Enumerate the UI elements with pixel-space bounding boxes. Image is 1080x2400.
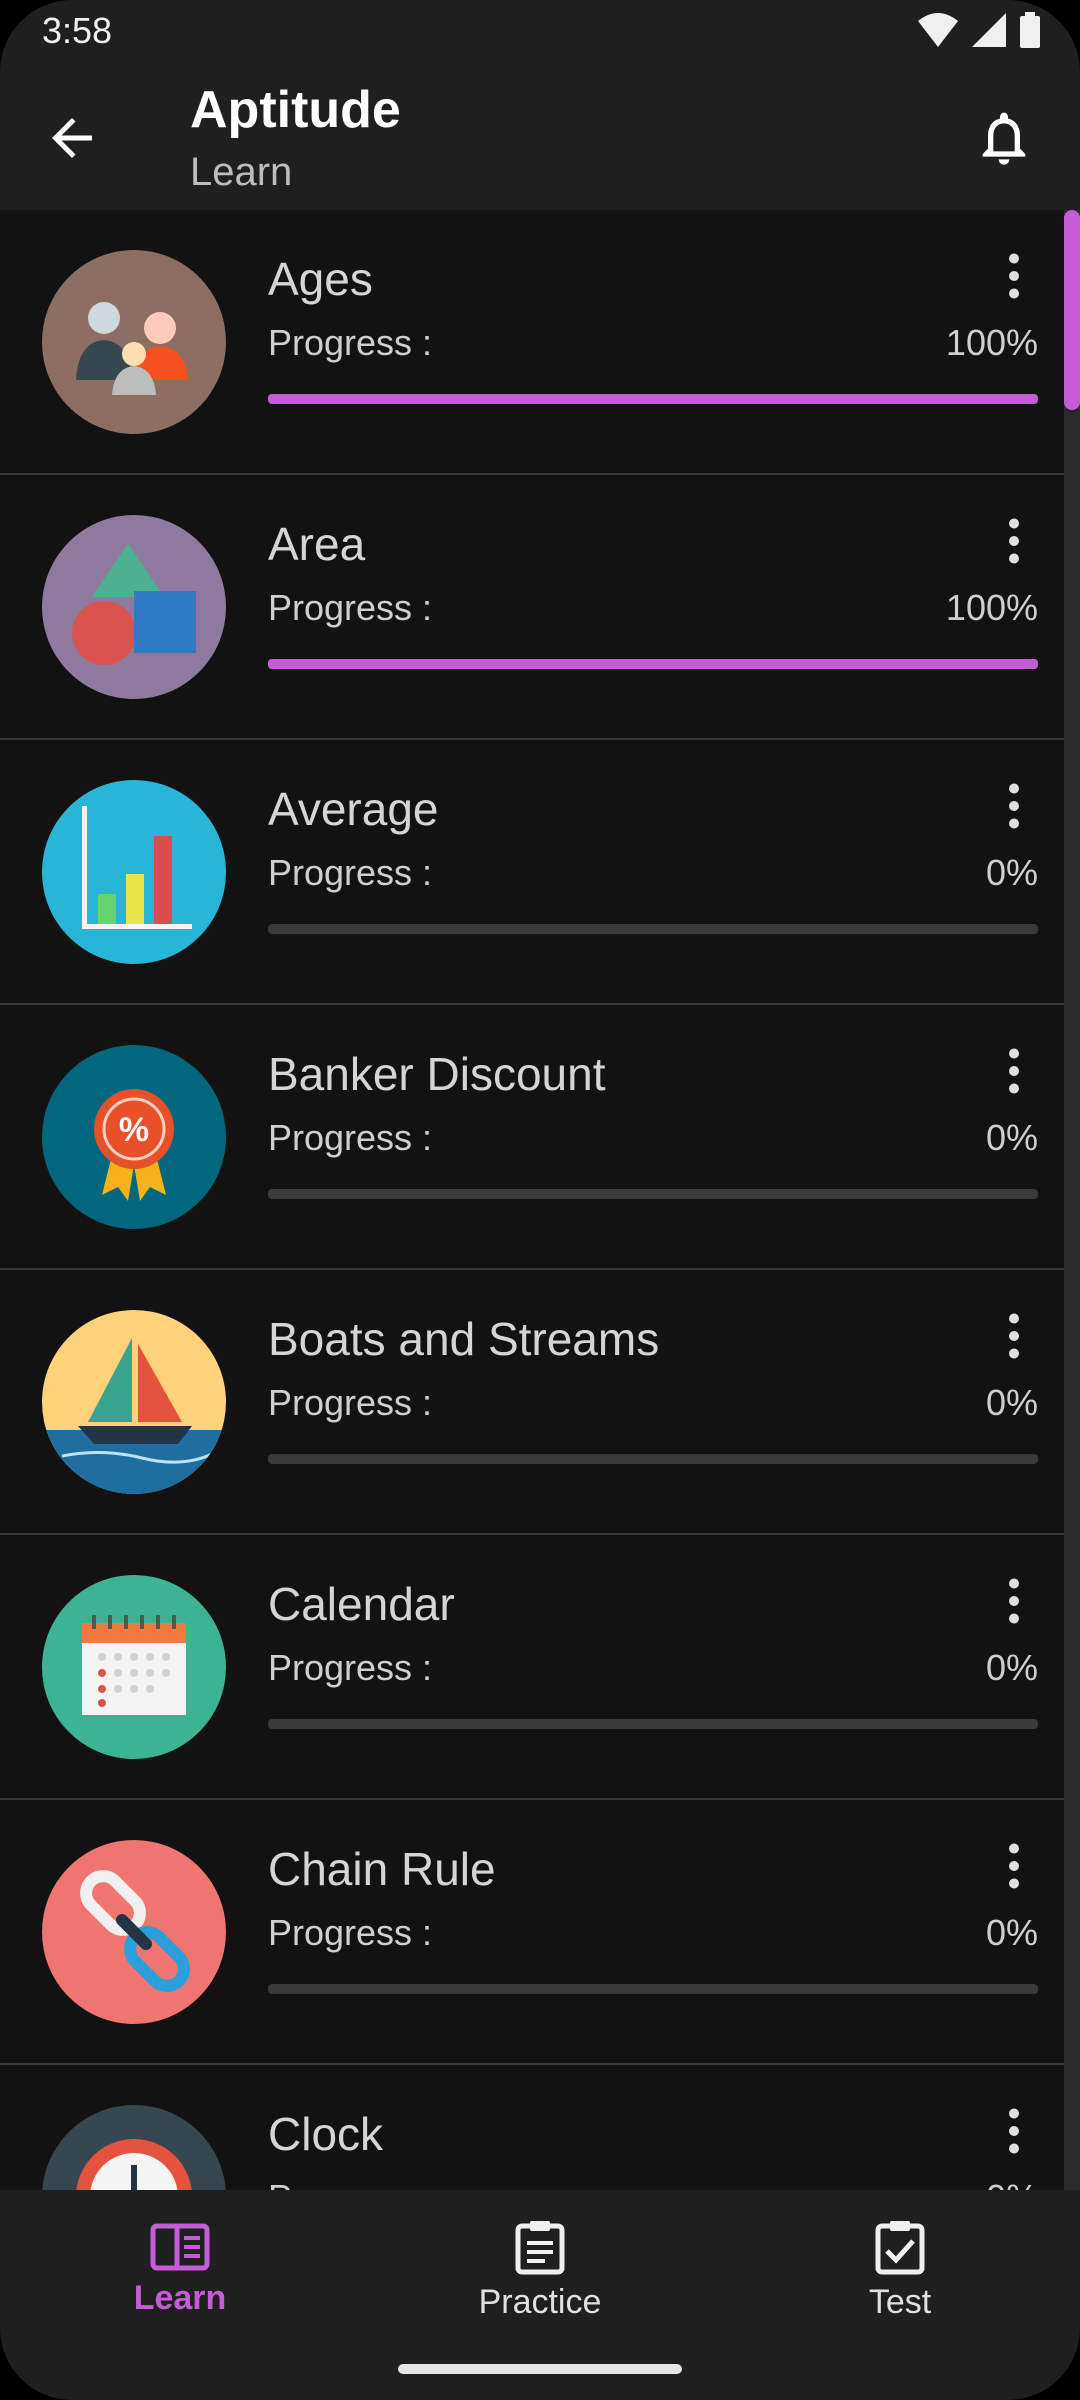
tab-test-label: Test	[868, 2282, 932, 2321]
topic-title: Ages	[268, 253, 373, 305]
progress-value: 0%	[985, 1382, 1038, 1423]
more-options-icon[interactable]	[984, 1836, 1044, 1896]
progress-label: Progress :	[268, 1912, 433, 1953]
list-item[interactable]: Chain Rule Progress : 0%	[0, 1800, 1064, 2065]
list-item[interactable]: Average Progress : 0%	[0, 740, 1064, 1005]
tab-learn-label: Learn	[133, 2278, 227, 2317]
tab-test[interactable]: Test	[720, 2190, 1080, 2350]
discount-badge-icon: %	[42, 1045, 226, 1229]
svg-text:%: %	[119, 1111, 149, 1149]
page-subtitle: Learn	[190, 150, 293, 194]
chain-link-icon	[42, 1840, 226, 2024]
more-options-icon[interactable]	[984, 1571, 1044, 1631]
progress-bar	[268, 1984, 1038, 1994]
status-icons	[918, 12, 1040, 48]
progress-value: 0%	[985, 1117, 1038, 1158]
shapes-icon	[42, 515, 226, 699]
progress-bar	[268, 1189, 1038, 1199]
progress-fill	[268, 659, 1038, 669]
progress-label: Progress :	[268, 1382, 433, 1423]
progress-fill	[268, 394, 1038, 404]
clock-icon	[42, 2105, 226, 2190]
status-bar: 3:58	[0, 0, 1080, 60]
topic-title: Area	[268, 518, 366, 570]
more-options-icon[interactable]	[984, 1306, 1044, 1366]
clipboard-list-icon	[515, 2220, 565, 2274]
bar-chart-icon	[42, 780, 226, 964]
page-title: Aptitude	[190, 81, 401, 139]
tab-practice-label: Practice	[478, 2282, 602, 2321]
list-item[interactable]: Clock Progress : 0%	[0, 2065, 1064, 2190]
tab-learn[interactable]: Learn	[0, 2190, 360, 2350]
phone-screen: 3:58 Aptitude Learn Ages Progress: 100%…	[0, 0, 1080, 2400]
more-options-icon[interactable]	[984, 1041, 1044, 1101]
more-options-icon[interactable]	[984, 246, 1044, 306]
bottom-navigation: Learn Practice Test	[0, 2190, 1080, 2400]
topic-title: Chain Rule	[268, 1843, 496, 1895]
list-item[interactable]: Calendar Progress : 0%	[0, 1535, 1064, 1800]
progress-label: Progress :	[268, 852, 433, 893]
signal-icon	[972, 13, 1006, 47]
home-indicator[interactable]	[398, 2364, 682, 2374]
scrollbar-thumb[interactable]	[1064, 210, 1080, 410]
list-item[interactable]: Boats and Streams Progress : 0%	[0, 1270, 1064, 1535]
topic-title: Clock	[268, 2108, 384, 2160]
book-icon	[150, 2223, 210, 2270]
app-bar: Aptitude Learn	[0, 60, 1080, 210]
progress-value: 0%	[985, 1647, 1038, 1688]
clipboard-check-icon	[875, 2220, 925, 2274]
scrollbar-track[interactable]	[1064, 210, 1080, 2190]
topic-list[interactable]: Ages Progress : 100% Area Progress : 100…	[0, 210, 1064, 2190]
progress-bar	[268, 1719, 1038, 1729]
topic-title: Calendar	[268, 1578, 455, 1630]
topic-title: Banker Discount	[268, 1048, 606, 1100]
wifi-icon	[918, 13, 958, 47]
progress-value: 0%	[985, 852, 1038, 893]
calendar-icon	[42, 1575, 226, 1759]
more-options-icon[interactable]	[984, 776, 1044, 836]
back-arrow-icon[interactable]	[42, 108, 102, 168]
progress-label: Progress :	[268, 1647, 433, 1688]
list-item[interactable]: % Banker Discount Progress : 0%	[0, 1005, 1064, 1270]
progress-label: Progress :	[268, 587, 433, 628]
progress-label: Progress :	[268, 1117, 433, 1158]
status-time: 3:58	[42, 10, 113, 51]
list-item[interactable]: Area Progress : 100%	[0, 475, 1064, 740]
sailboat-icon	[42, 1310, 226, 1494]
notification-bell-icon[interactable]	[972, 106, 1036, 170]
tab-practice[interactable]: Practice	[360, 2190, 720, 2350]
more-options-icon[interactable]	[984, 2101, 1044, 2161]
topic-title: Average	[268, 783, 439, 835]
more-options-icon[interactable]	[984, 511, 1044, 571]
progress-value: 100%	[945, 587, 1038, 628]
family-icon	[42, 250, 226, 434]
progress-value: 100%	[945, 322, 1038, 363]
progress-bar	[268, 924, 1038, 934]
progress-label: Progress :	[268, 322, 433, 363]
battery-icon	[1020, 12, 1040, 48]
progress-bar	[268, 1454, 1038, 1464]
progress-label: Progress :	[268, 2177, 432, 2190]
progress-value: 0%	[986, 2177, 1038, 2190]
progress-bar	[268, 659, 1038, 669]
progress-value: 0%	[985, 1912, 1038, 1953]
progress-bar	[268, 394, 1038, 404]
list-item[interactable]: Ages Progress : 100%	[0, 210, 1064, 475]
topic-title: Boats and Streams	[268, 1313, 660, 1365]
